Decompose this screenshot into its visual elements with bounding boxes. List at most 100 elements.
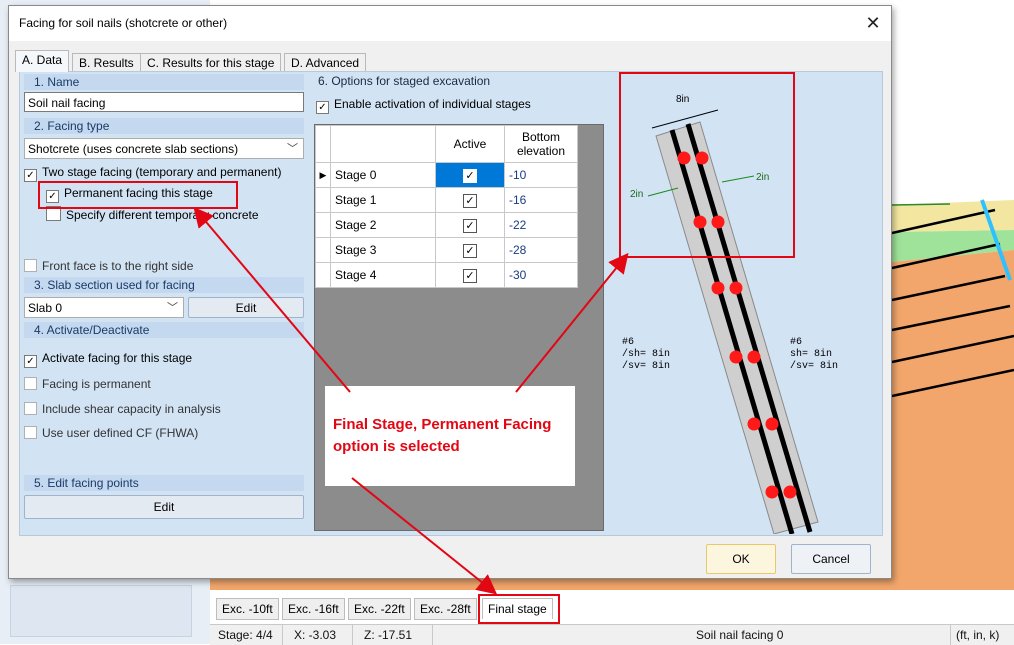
stage-tab-exc-22[interactable]: Exc. -22ft — [348, 598, 411, 620]
row-header — [315, 187, 331, 213]
two-stage-label: Two stage facing (temporary and permanen… — [42, 165, 282, 179]
checkbox-box — [24, 426, 37, 439]
cancel-button[interactable]: Cancel — [791, 544, 871, 574]
annotation-box-preview — [619, 72, 795, 258]
stage-name-cell[interactable]: Stage 3 — [330, 237, 436, 263]
dialog-titlebar[interactable]: Facing for soil nails (shotcrete or othe… — [9, 6, 891, 41]
column-header-stage — [330, 125, 436, 163]
table-row[interactable]: Stage 2 ✓ -22 — [315, 212, 578, 238]
dialog-title: Facing for soil nails (shotcrete or othe… — [19, 16, 228, 30]
activate-facing-label: Activate facing for this stage — [42, 351, 193, 365]
close-icon[interactable]: ✕ — [861, 12, 885, 34]
status-bar: Stage: 4/4 X: -3.03 Z: -17.51 Soil nail … — [210, 624, 1014, 645]
checkbox-box: ✓ — [24, 355, 37, 368]
activate-facing-checkbox[interactable]: ✓ Activate facing for this stage — [24, 350, 193, 368]
annotation-callout-text: Final Stage, Permanent Facing option is … — [333, 416, 552, 455]
user-cf-label: Use user defined CF (FHWA) — [42, 426, 199, 440]
section-name: 1. Name — [24, 74, 304, 90]
table-header-row: Active Bottom elevation — [315, 125, 578, 163]
checkbox-box: ✓ — [316, 101, 329, 114]
active-checkbox[interactable]: ✓ — [463, 218, 477, 233]
section-staged-excavation: 6. Options for staged excavation — [318, 74, 491, 88]
elevation-cell[interactable]: -28 — [504, 237, 578, 263]
active-checkbox[interactable]: ✓ — [463, 168, 477, 183]
stage-tab-exc-16[interactable]: Exc. -16ft — [282, 598, 345, 620]
app-left-subpanel — [10, 585, 192, 637]
slab-edit-button[interactable]: Edit — [188, 297, 304, 318]
facing-type-select[interactable]: Shotcrete (uses concrete slab sections) … — [24, 138, 304, 159]
stage-name-cell[interactable]: Stage 2 — [330, 212, 436, 238]
user-cf-checkbox[interactable]: Use user defined CF (FHWA) — [24, 425, 198, 441]
facing-permanent-checkbox[interactable]: Facing is permanent — [24, 376, 151, 392]
tab-data[interactable]: A. Data — [15, 50, 70, 72]
stage-tab-exc-10[interactable]: Exc. -10ft — [216, 598, 279, 620]
row-header — [315, 237, 331, 263]
section-activate: 4. Activate/Deactivate — [24, 322, 304, 338]
front-face-label: Front face is to the right side — [42, 259, 194, 273]
status-divider — [950, 625, 951, 645]
status-units: (ft, in, k) — [956, 628, 1000, 642]
active-cell[interactable]: ✓ — [435, 212, 505, 238]
shear-capacity-checkbox[interactable]: Include shear capacity in analysis — [24, 401, 221, 417]
enable-stages-checkbox[interactable]: ✓ Enable activation of individual stages — [316, 96, 531, 114]
column-header-bottom: Bottom elevation — [504, 125, 578, 163]
ok-button[interactable]: OK — [706, 544, 776, 574]
active-checkbox[interactable]: ✓ — [463, 243, 477, 258]
soil-layer-bottom — [210, 578, 1014, 590]
checkbox-box: ✓ — [24, 169, 37, 182]
active-checkbox[interactable]: ✓ — [463, 193, 477, 208]
svg-text:#6: #6 — [790, 337, 802, 348]
name-input[interactable]: Soil nail facing — [24, 92, 304, 112]
svg-text:#6: #6 — [622, 337, 634, 348]
status-divider — [282, 625, 283, 645]
left-bar-spec: #6 /sh= 8in /sv= 8in — [622, 337, 670, 372]
slab-value: Slab 0 — [28, 301, 63, 315]
annotation-box-final-stage — [478, 594, 560, 624]
svg-text:/sv= 8in: /sv= 8in — [790, 360, 838, 372]
soil-layer-orange — [892, 250, 1014, 590]
active-cell[interactable]: ✓ — [435, 262, 505, 288]
slab-select[interactable]: Slab 0 ﹀ — [24, 297, 184, 318]
table-row[interactable]: Stage 4 ✓ -30 — [315, 262, 578, 288]
elevation-cell[interactable]: -30 — [504, 262, 578, 288]
tab-results-stage[interactable]: C. Results for this stage — [140, 53, 282, 72]
chevron-down-icon: ﹀ — [167, 302, 178, 314]
shear-capacity-label: Include shear capacity in analysis — [42, 402, 221, 416]
row-header — [315, 212, 331, 238]
row-header-corner — [315, 125, 331, 163]
stage-name-cell[interactable]: Stage 4 — [330, 262, 436, 288]
front-face-checkbox[interactable]: Front face is to the right side — [24, 258, 193, 274]
active-cell[interactable]: ✓ — [435, 162, 505, 188]
stage-name-cell[interactable]: Stage 1 — [330, 187, 436, 213]
tab-results[interactable]: B. Results — [72, 53, 141, 72]
column-header-active: Active — [435, 125, 505, 163]
right-bar-spec: #6 sh= 8in /sv= 8in — [790, 337, 838, 372]
ground-line — [891, 203, 951, 206]
current-row-icon: ▶ — [315, 162, 331, 188]
elevation-cell[interactable]: -22 — [504, 212, 578, 238]
stage-tab-exc-28[interactable]: Exc. -28ft — [414, 598, 477, 620]
section-slab: 3. Slab section used for facing — [24, 277, 304, 293]
svg-text:/sh= 8in: /sh= 8in — [622, 348, 670, 360]
status-z: Z: -17.51 — [364, 628, 413, 642]
elevation-cell[interactable]: -16 — [504, 187, 578, 213]
table-row[interactable]: ▶ Stage 0 ✓ -10 — [315, 162, 578, 188]
stage-table: Active Bottom elevation ▶ Stage 0 ✓ -10 … — [315, 125, 578, 288]
table-row[interactable]: Stage 1 ✓ -16 — [315, 187, 578, 213]
status-stage: Stage: 4/4 — [218, 628, 273, 642]
two-stage-checkbox[interactable]: ✓ Two stage facing (temporary and permane… — [24, 164, 282, 182]
edit-points-button[interactable]: Edit — [24, 495, 304, 519]
facing-type-value: Shotcrete (uses concrete slab sections) — [28, 142, 239, 156]
active-cell[interactable]: ✓ — [435, 187, 505, 213]
active-checkbox[interactable]: ✓ — [463, 268, 477, 283]
checkbox-box — [24, 259, 37, 272]
tab-advanced[interactable]: D. Advanced — [284, 53, 367, 72]
svg-text:sh= 8in: sh= 8in — [790, 348, 832, 360]
table-row[interactable]: Stage 3 ✓ -28 — [315, 237, 578, 263]
active-cell[interactable]: ✓ — [435, 237, 505, 263]
temporary-concrete-label: Specify different temporary concrete — [66, 208, 259, 222]
elevation-cell[interactable]: -10 — [504, 162, 578, 188]
stage-name-cell[interactable]: Stage 0 — [330, 162, 436, 188]
section-edit-points: 5. Edit facing points — [24, 475, 304, 491]
svg-text:/sv= 8in: /sv= 8in — [622, 360, 670, 372]
